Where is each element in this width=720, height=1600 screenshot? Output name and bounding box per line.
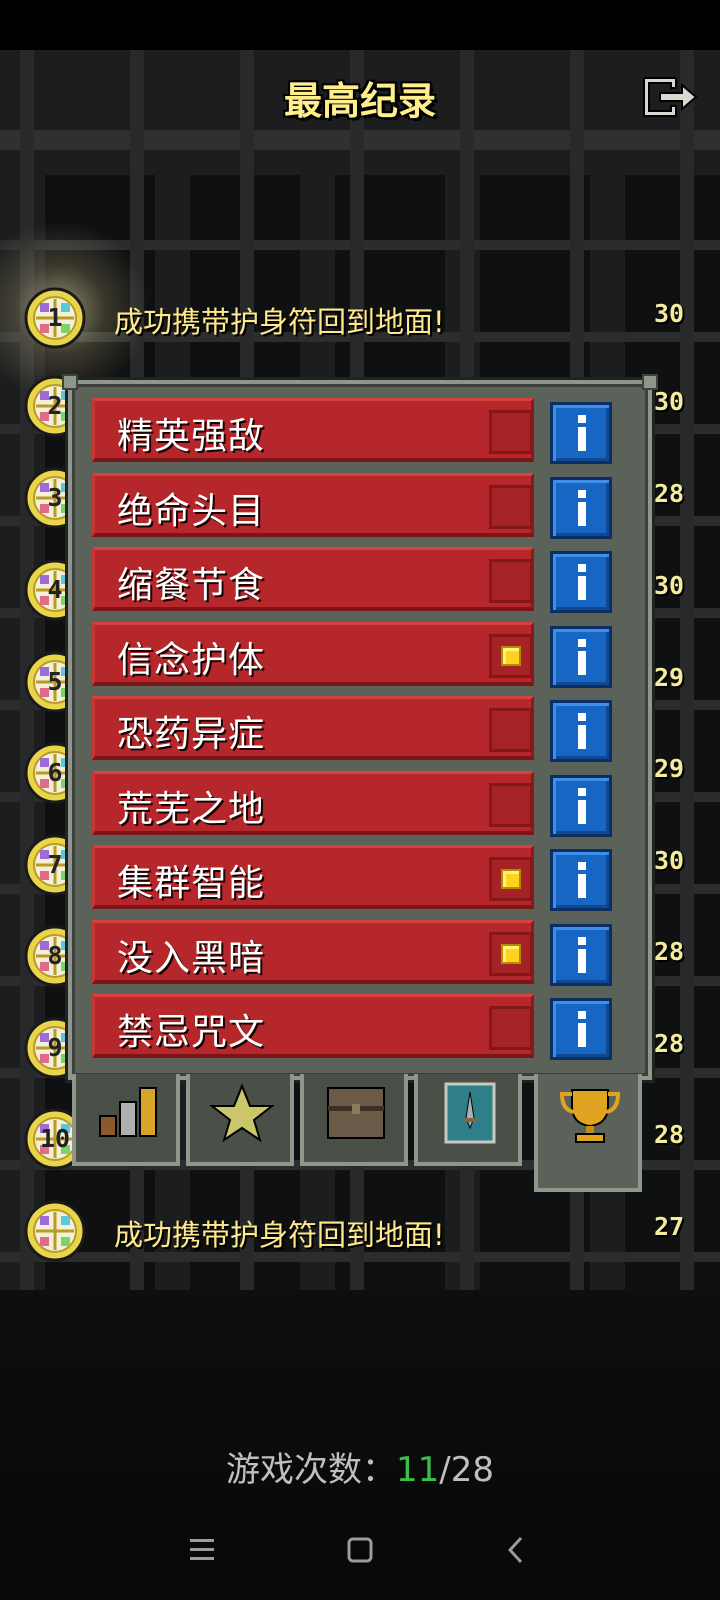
challenge-toggle[interactable]: 集群智能 (92, 845, 534, 909)
rank-badge: 1 (24, 287, 86, 349)
depth-value: 29 (653, 663, 685, 692)
challenge-info-button[interactable] (550, 849, 612, 911)
tab-stats-bars[interactable] (72, 1074, 180, 1166)
depth-value: 30 (653, 571, 685, 600)
challenge-checkbox[interactable] (489, 931, 533, 976)
challenge-label: 信念护体 (117, 639, 266, 681)
challenge-checkbox[interactable] (489, 857, 533, 901)
rank-badge (24, 1200, 86, 1262)
depth-value: 30 (653, 299, 685, 328)
games-played-label: 游戏次数： (226, 1450, 396, 1490)
challenge-checkbox[interactable] (489, 633, 533, 678)
challenge-label: 荒芜之地 (117, 788, 266, 830)
challenge-label: 集群智能 (117, 863, 266, 904)
window-corner (642, 374, 658, 390)
record-description: 成功携带护身符回到地面! (114, 1218, 445, 1252)
challenge-info-button[interactable] (550, 476, 612, 539)
challenges-window: 精英强敌 绝命头目 缩餐节食 信念护体 恐药异症 荒芜之地 集群智能 没入黑暗 … (62, 374, 658, 1080)
stats-bars-icon (99, 1087, 157, 1137)
challenge-label: 没入黑暗 (117, 937, 266, 979)
challenge-toggle[interactable]: 精英强敌 (92, 398, 534, 462)
system-nav-bar (0, 1520, 720, 1580)
games-played: 游戏次数：11/28 (0, 1442, 720, 1491)
challenge-info-button[interactable] (550, 625, 612, 688)
challenge-label: 精英强敌 (117, 416, 266, 457)
challenge-toggle[interactable]: 没入黑暗 (92, 919, 534, 984)
challenge-row: 信念护体 (92, 621, 624, 688)
challenge-info-button[interactable] (550, 998, 612, 1060)
page-title: 最高纪录 (283, 79, 436, 123)
tab-chest[interactable] (300, 1074, 408, 1166)
challenge-label: 恐药异症 (117, 714, 266, 755)
window-corner (62, 374, 78, 390)
challenge-row: 精英强敌 (92, 398, 624, 464)
depth-value: 28 (653, 1029, 685, 1058)
depth-value: 28 (653, 479, 685, 508)
challenge-row: 绝命头目 (92, 472, 624, 539)
challenge-toggle[interactable]: 恐药异症 (92, 696, 534, 760)
challenge-checkbox[interactable] (489, 410, 533, 454)
menu-button[interactable] (172, 1520, 232, 1580)
challenge-info-button[interactable] (550, 774, 612, 837)
rank-number: 1 (47, 303, 63, 332)
challenge-row: 荒芜之地 (92, 770, 624, 837)
trophy-icon (559, 1089, 621, 1143)
record-description: 成功携带护身符回到地面! (114, 305, 445, 339)
checkbox-checked-mark (501, 645, 521, 666)
challenge-checkbox[interactable] (489, 559, 533, 603)
challenge-toggle[interactable]: 缩餐节食 (92, 547, 534, 611)
challenge-label: 缩餐节食 (117, 565, 266, 606)
depth-value: 29 (653, 754, 685, 783)
tab-trophy[interactable] (534, 1074, 642, 1192)
challenge-row: 没入黑暗 (92, 919, 624, 986)
depth-value: 28 (653, 937, 685, 966)
challenge-info-button[interactable] (550, 923, 612, 986)
exit-button[interactable] (640, 72, 704, 122)
menu-icon (190, 1539, 214, 1560)
back-icon (507, 1536, 523, 1564)
challenge-checkbox[interactable] (489, 782, 533, 827)
rank-number (24, 1200, 86, 1262)
challenge-checkbox[interactable] (489, 484, 533, 529)
challenge-toggle[interactable]: 荒芜之地 (92, 770, 534, 835)
challenge-row: 恐药异症 (92, 696, 624, 762)
home-button[interactable] (330, 1520, 390, 1580)
challenge-checkbox[interactable] (489, 708, 533, 752)
challenge-row: 禁忌咒文 (92, 994, 624, 1060)
challenge-label: 绝命头目 (117, 490, 266, 532)
games-played-current: 11 (396, 1450, 440, 1490)
challenge-toggle[interactable]: 绝命头目 (92, 472, 534, 537)
challenge-row: 缩餐节食 (92, 547, 624, 613)
challenge-label: 禁忌咒文 (117, 1012, 266, 1053)
tab-sword-banner[interactable] (414, 1074, 522, 1166)
challenge-info-button[interactable] (550, 402, 612, 464)
home-icon (347, 1537, 373, 1563)
depth-value: 30 (653, 387, 685, 416)
star-badge-icon (209, 1083, 275, 1143)
challenge-row: 集群智能 (92, 845, 624, 911)
chest-icon (327, 1087, 385, 1139)
games-played-total: /28 (439, 1450, 494, 1490)
challenge-checkbox[interactable] (489, 1006, 533, 1050)
depth-value: 27 (653, 1212, 685, 1241)
challenge-info-button[interactable] (550, 700, 612, 762)
back-button[interactable] (486, 1520, 546, 1580)
challenge-toggle[interactable]: 信念护体 (92, 621, 534, 686)
depth-value: 28 (653, 1120, 685, 1149)
exit-door-icon (643, 77, 698, 117)
challenge-toggle[interactable]: 禁忌咒文 (92, 994, 534, 1058)
depth-value: 30 (653, 846, 685, 875)
sword-banner-icon (444, 1082, 496, 1144)
checkbox-checked-mark (501, 869, 521, 889)
checkbox-checked-mark (501, 943, 521, 964)
challenge-info-button[interactable] (550, 551, 612, 613)
tab-star-badge[interactable] (186, 1074, 294, 1166)
